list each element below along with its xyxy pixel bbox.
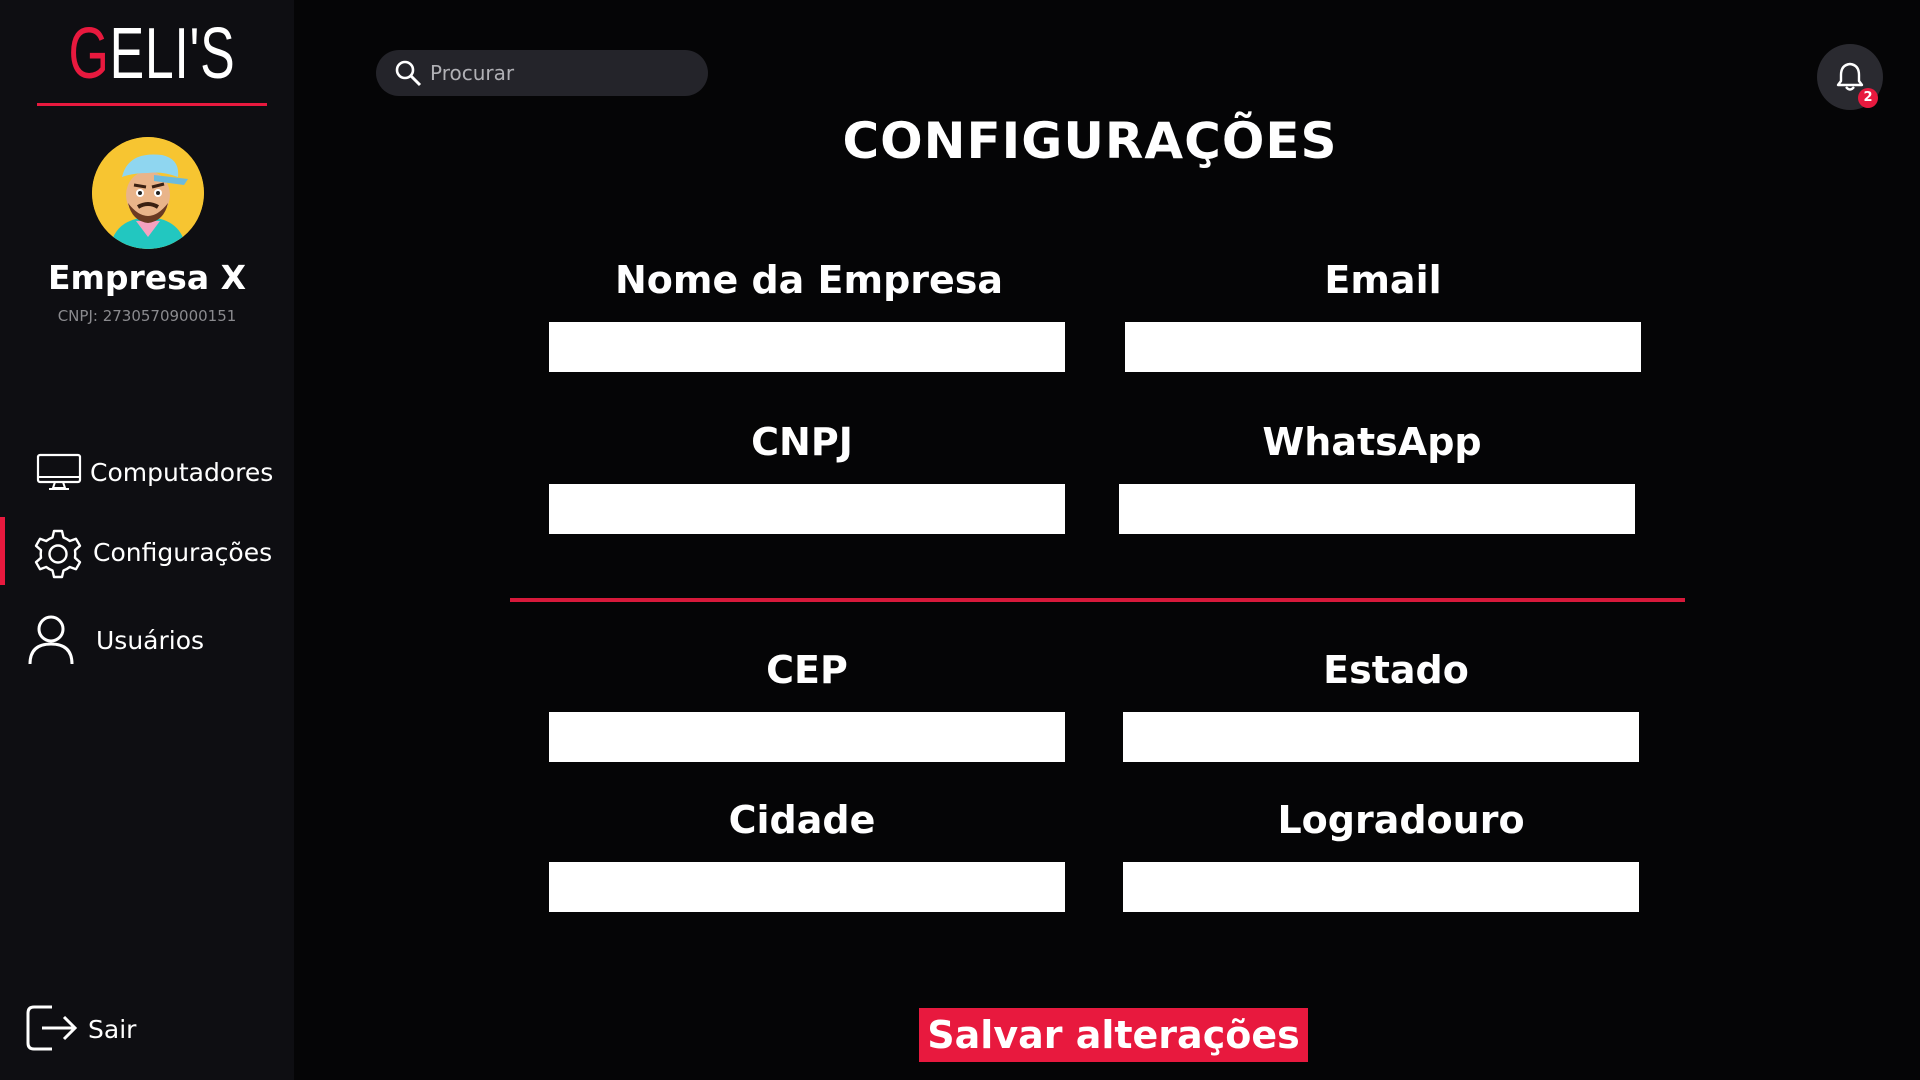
monitor-icon (36, 453, 82, 490)
whatsapp-field[interactable] (1119, 484, 1635, 534)
logout-button[interactable]: Sair (0, 997, 294, 1061)
company-cnpj: CNPJ: 27305709000151 (57, 307, 237, 325)
logradouro-label: Logradouro (1277, 798, 1525, 842)
search-input[interactable] (430, 50, 690, 96)
cnpj-label: CNPJ (751, 420, 853, 464)
search-bar (376, 50, 708, 96)
nav-label-computadores: Computadores (90, 457, 274, 487)
cep-label: CEP (766, 648, 848, 692)
logo-divider (37, 103, 267, 106)
company-name: Empresa X (47, 258, 247, 297)
nav-item-configuracoes[interactable]: Configurações (0, 520, 294, 584)
whatsapp-label: WhatsApp (1262, 420, 1482, 464)
cidade-field[interactable] (549, 862, 1065, 912)
search-icon (395, 60, 422, 87)
estado-label: Estado (1323, 648, 1469, 692)
logo-accent-letter: G (68, 14, 110, 94)
avatar (92, 137, 204, 249)
section-divider (510, 598, 1685, 602)
company-name-field[interactable] (549, 322, 1065, 372)
estado-field[interactable] (1123, 712, 1639, 762)
company-name-label: Nome da Empresa (614, 258, 1004, 302)
logout-icon (26, 1005, 78, 1051)
user-icon (28, 615, 74, 665)
cnpj-field[interactable] (549, 484, 1065, 534)
save-button[interactable]: Salvar alterações (919, 1008, 1308, 1062)
logradouro-field[interactable] (1123, 862, 1639, 912)
gear-icon (34, 529, 82, 579)
page-title: CONFIGURAÇÕES (842, 112, 1338, 170)
logo-text: ELI'S (109, 14, 236, 94)
cep-field[interactable] (549, 712, 1065, 762)
bell-icon (1836, 62, 1864, 91)
brand-logo: GELI'S (68, 14, 235, 94)
sidebar: GELI'S Empresa X CNPJ: 27305709000151 Co… (0, 0, 294, 1080)
email-label: Email (1324, 258, 1442, 302)
nav-item-computadores[interactable]: Computadores (0, 440, 294, 504)
nav-label-configuracoes: Configurações (93, 537, 273, 567)
notification-count-badge: 2 (1858, 88, 1878, 108)
nav-item-usuarios[interactable]: Usuários (0, 608, 294, 672)
app-root: GELI'S Empresa X CNPJ: 27305709000151 Co… (0, 0, 1920, 1080)
logout-label: Sair (88, 1014, 137, 1044)
email-field[interactable] (1125, 322, 1641, 372)
cidade-label: Cidade (728, 798, 876, 842)
nav-label-usuarios: Usuários (96, 625, 205, 655)
avatar-illustration-icon (92, 137, 204, 249)
